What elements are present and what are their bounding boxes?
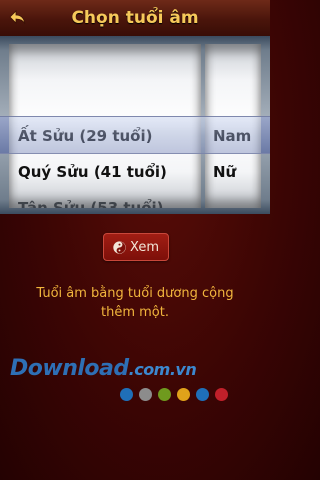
yin-yang-icon (113, 240, 126, 254)
xem-button-label: Xem (130, 239, 159, 255)
header-bar: Chọn tuổi âm (0, 0, 270, 37)
year-picker-column[interactable]: Ất Sửu (29 tuổi) Quý Sửu (41 tuổi) Tân S… (9, 44, 201, 208)
color-dot (158, 388, 171, 401)
back-button[interactable] (6, 6, 30, 30)
download-watermark-logo: Download.com.vn (10, 356, 197, 381)
color-dots (120, 388, 228, 401)
color-dot (177, 388, 190, 401)
color-dot (215, 388, 228, 401)
xem-button[interactable]: Xem (103, 233, 169, 261)
picker-row-year[interactable]: Ất Sửu (29 tuổi) (9, 118, 201, 154)
picker-row-gender[interactable]: Nữ (205, 154, 261, 190)
picker-row-year[interactable]: Quý Sửu (41 tuổi) (9, 154, 201, 190)
gender-picker-column[interactable]: Nam Nữ (205, 44, 261, 208)
color-dot (120, 388, 133, 401)
picker-row-gender[interactable]: Nam (205, 118, 261, 154)
age-picker: Ất Sửu (29 tuổi) Quý Sửu (41 tuổi) Tân S… (0, 36, 270, 214)
color-dot (196, 388, 209, 401)
info-note: Tuổi âm bằng tuổi dương cộng thêm một. (36, 286, 234, 320)
back-arrow-icon (9, 10, 26, 25)
color-dot (139, 388, 152, 401)
picker-row-year[interactable]: Tân Sửu (53 tuổi) (9, 190, 201, 208)
page-title: Chọn tuổi âm (71, 8, 199, 28)
